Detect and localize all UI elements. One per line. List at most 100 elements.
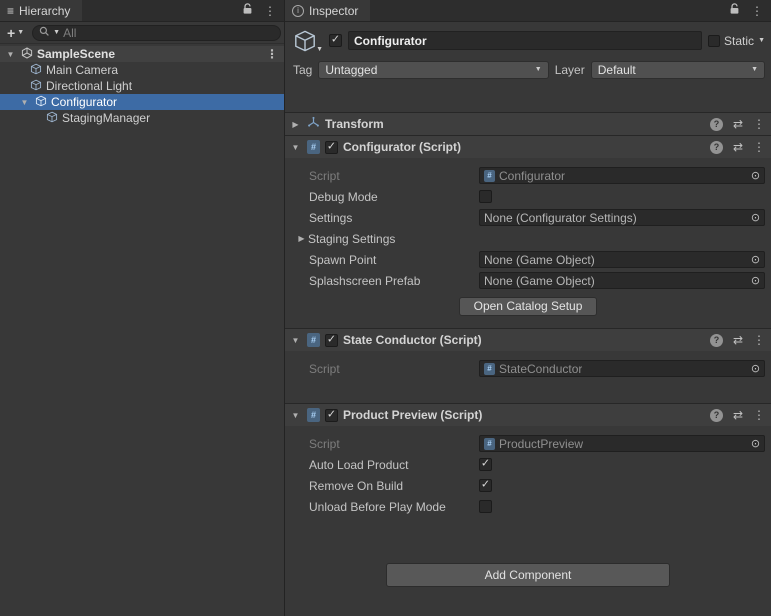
lock-icon[interactable] [242,3,253,18]
object-field-script[interactable]: # StateConductor ⊙ [479,360,765,377]
object-field-value: StateConductor [499,362,582,376]
script-icon: # [307,408,320,422]
object-field-script[interactable]: # ProductPreview ⊙ [479,435,765,452]
lock-icon[interactable] [729,3,740,18]
object-field-value: None (Configurator Settings) [484,211,637,225]
component-body-state-conductor: Script # StateConductor ⊙ [285,351,771,403]
debug-mode-checkbox[interactable] [479,190,492,203]
foldout-open-icon[interactable]: ▼ [289,411,302,420]
property-row-staging-settings[interactable]: ▶ Staging Settings [285,228,771,249]
component-header-configurator[interactable]: ▼ # ✓ Configurator (Script) ? ⇄ ⋮ [285,135,771,158]
component-header-state-conductor[interactable]: ▼ # ✓ State Conductor (Script) ? ⇄ ⋮ [285,328,771,351]
foldout-open-icon[interactable]: ▼ [4,50,17,59]
property-value: # ProductPreview ⊙ [479,435,765,452]
property-label: Script [309,437,479,451]
tab-hierarchy[interactable]: ≡ Hierarchy [0,0,82,21]
kebab-menu-icon[interactable]: ⋮ [753,334,765,346]
kebab-menu-icon[interactable]: ⋮ [753,141,765,153]
kebab-menu-icon[interactable]: ⋮ [753,409,765,421]
hierarchy-item-stagingmanager[interactable]: StagingManager [0,110,284,126]
object-picker-icon[interactable]: ⊙ [748,169,763,182]
foldout-open-icon[interactable]: ▼ [289,143,302,152]
hierarchy-item-samplescene[interactable]: ▼ SampleScene ⋮ [0,46,284,62]
help-icon[interactable]: ? [710,334,723,347]
property-label: Staging Settings [308,232,478,246]
hierarchy-item-directional-light[interactable]: Directional Light [0,78,284,94]
component-enabled-checkbox[interactable]: ✓ [325,334,338,347]
kebab-menu-icon[interactable]: ⋮ [753,118,765,130]
tag-dropdown[interactable]: Untagged ▼ [318,61,548,79]
object-picker-icon[interactable]: ⊙ [748,362,763,375]
help-icon[interactable]: ? [710,141,723,154]
gameobject-cube-icon [30,63,42,78]
scene-icon [21,47,33,62]
object-field-spawn-point[interactable]: None (Game Object) ⊙ [479,251,765,268]
object-picker-icon[interactable]: ⊙ [748,211,763,224]
component-enabled-checkbox[interactable]: ✓ [325,409,338,422]
property-row-settings: Settings None (Configurator Settings) ⊙ [285,207,771,228]
object-field-value: None (Game Object) [484,253,595,267]
property-label: Settings [309,211,479,225]
tag-value: Untagged [325,63,377,77]
check-icon: ✓ [331,35,340,46]
object-field-script[interactable]: # Configurator ⊙ [479,167,765,184]
presets-icon[interactable]: ⇄ [733,409,743,421]
remove-on-build-checkbox[interactable]: ✓ [479,479,492,492]
component-enabled-checkbox[interactable]: ✓ [325,141,338,154]
foldout-open-icon[interactable]: ▼ [18,98,31,107]
property-row-script: Script # Configurator ⊙ [285,165,771,186]
static-dropdown[interactable]: Static ▼ [708,34,765,48]
help-icon[interactable]: ? [710,118,723,131]
create-object-button[interactable]: + ▼ [3,24,28,42]
add-component-row: Add Component [285,563,771,587]
object-picker-icon[interactable]: ⊙ [748,253,763,266]
component-header-product-preview[interactable]: ▼ # ✓ Product Preview (Script) ? ⇄ ⋮ [285,403,771,426]
open-catalog-setup-button[interactable]: Open Catalog Setup [459,297,598,316]
presets-icon[interactable]: ⇄ [733,141,743,153]
gameobject-cube-icon [46,111,58,126]
auto-load-product-checkbox[interactable]: ✓ [479,458,492,471]
property-row-debug-mode: Debug Mode [285,186,771,207]
hierarchy-item-configurator[interactable]: ▼ Configurator [0,94,284,110]
kebab-menu-icon[interactable]: ⋮ [264,5,276,17]
object-field-splashscreen-prefab[interactable]: None (Game Object) ⊙ [479,272,765,289]
layer-dropdown[interactable]: Default ▼ [591,61,765,79]
scene-kebab-menu-icon[interactable]: ⋮ [266,48,278,60]
gameobject-name-input[interactable]: Configurator [348,31,702,50]
object-picker-icon[interactable]: ⊙ [748,437,763,450]
foldout-closed-icon[interactable]: ▶ [295,234,308,243]
component-header-transform[interactable]: ▶ Transform ? ⇄ ⋮ [285,112,771,135]
property-label: Unload Before Play Mode [309,500,479,514]
caret-down-icon: ▼ [758,37,765,44]
hierarchy-toolbar: + ▼ ▼ All [0,22,284,44]
active-checkbox[interactable]: ✓ [329,34,342,47]
hierarchy-tree: ▼ SampleScene ⋮ Main Camera Directional … [0,44,284,126]
layer-value: Default [598,63,636,77]
gameobject-icon[interactable]: ▼ [293,28,323,54]
property-row-spawn-point: Spawn Point None (Game Object) ⊙ [285,249,771,270]
hierarchy-item-main-camera[interactable]: Main Camera [0,62,284,78]
object-field-value: None (Game Object) [484,274,595,288]
unload-before-play-mode-checkbox[interactable] [479,500,492,513]
hierarchy-item-label: SampleScene [37,47,115,61]
object-picker-icon[interactable]: ⊙ [748,274,763,287]
kebab-menu-icon[interactable]: ⋮ [751,5,763,17]
hierarchy-search-input[interactable]: ▼ All [32,25,281,41]
foldout-closed-icon[interactable]: ▶ [289,120,302,129]
presets-icon[interactable]: ⇄ [733,118,743,130]
add-component-button[interactable]: Add Component [386,563,670,587]
presets-icon[interactable]: ⇄ [733,334,743,346]
property-value: None (Game Object) ⊙ [479,251,765,268]
hierarchy-item-label: Directional Light [46,79,132,93]
transform-icon [307,116,320,132]
object-field-settings[interactable]: None (Configurator Settings) ⊙ [479,209,765,226]
static-checkbox[interactable] [708,35,720,47]
tab-hierarchy-label: Hierarchy [19,4,70,18]
property-value: ✓ [479,458,765,471]
check-icon: ✓ [327,334,336,345]
foldout-open-icon[interactable]: ▼ [289,336,302,345]
script-icon: # [484,363,495,375]
help-icon[interactable]: ? [710,409,723,422]
property-value [479,500,765,513]
tab-inspector[interactable]: i Inspector [285,0,370,21]
